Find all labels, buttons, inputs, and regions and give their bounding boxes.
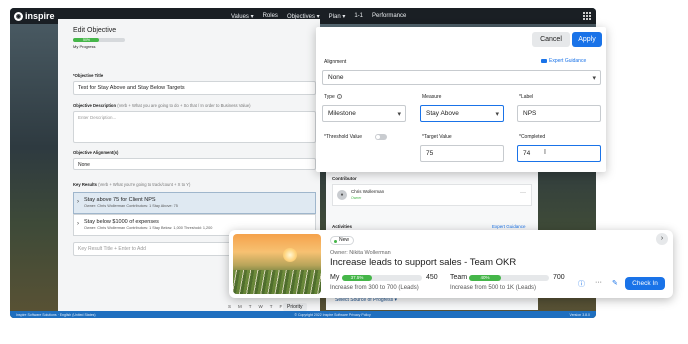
check-in-button[interactable]: Check In bbox=[625, 277, 665, 290]
logo-mark-icon: ◉ bbox=[14, 11, 23, 21]
new-badge: New bbox=[330, 236, 355, 245]
my-progress-fill: 37.5% bbox=[342, 275, 372, 281]
description-hint: (Verb + What you are going to do + So th… bbox=[117, 103, 251, 108]
my-progress-label: My bbox=[330, 274, 340, 281]
activities-expert-guidance-link[interactable]: Expert Guidance bbox=[492, 224, 526, 229]
objective-alignment-select[interactable]: None bbox=[73, 158, 316, 170]
book-icon bbox=[541, 59, 547, 63]
team-progress-value: 700 bbox=[553, 274, 565, 281]
key-result-meta: Owner: Chris Wollerman Contributors: 1 S… bbox=[84, 204, 178, 208]
team-progress-track: 40% bbox=[469, 275, 549, 281]
key-results-hint: (Verb + What you're going to track/count… bbox=[98, 182, 191, 187]
footer-center: © Copyright 2022 Inspire Software Privac… bbox=[294, 312, 371, 317]
brand-name: inspire bbox=[25, 11, 55, 21]
day-friday[interactable]: F bbox=[280, 304, 283, 309]
key-result-title: Stay below $1000 of expenses bbox=[84, 219, 159, 225]
completed-input[interactable]: 74 bbox=[517, 145, 601, 162]
expert-guidance-link[interactable]: Expert Guidance bbox=[541, 58, 586, 64]
activities-heading: Activities bbox=[332, 224, 353, 229]
contributor-name: Chris Wollerman bbox=[351, 189, 385, 194]
edit-pencil-icon[interactable]: ✎ bbox=[612, 279, 618, 287]
key-results-label-text: Key Results bbox=[73, 182, 97, 187]
okr-title: Increase leads to support sales - Team O… bbox=[330, 257, 517, 268]
day-tuesday[interactable]: T bbox=[249, 304, 252, 309]
apps-grid-icon[interactable] bbox=[583, 12, 591, 20]
completed-value: 74 bbox=[523, 150, 531, 157]
info-icon[interactable]: ⓘ bbox=[578, 279, 585, 289]
my-progress-value: 450 bbox=[426, 274, 438, 281]
contributor-card[interactable]: ● Chris Wollerman Owner ··· bbox=[332, 184, 532, 206]
brand-logo[interactable]: ◉ inspire bbox=[14, 11, 55, 21]
objective-title-input[interactable]: Test for Stay Above and Stay Below Targe… bbox=[73, 81, 316, 95]
measure-select[interactable]: Stay Above bbox=[420, 105, 504, 122]
alignment-label: Alignment bbox=[324, 59, 347, 65]
apply-button[interactable]: Apply bbox=[572, 32, 602, 47]
target-value-input[interactable]: 75 bbox=[420, 145, 504, 162]
footer-left: Inspire Software Solutions · English (Un… bbox=[16, 312, 96, 317]
objective-title-label: *Objective Title bbox=[73, 73, 104, 78]
my-progress-track: 37.5% bbox=[342, 275, 422, 281]
chevron-right-icon[interactable]: › bbox=[77, 199, 79, 205]
type-select[interactable]: Milestone bbox=[322, 105, 406, 122]
target-value: 75 bbox=[426, 150, 434, 157]
my-progress-pct: 50% bbox=[83, 37, 91, 42]
objective-description-label: Objective Description (Verb + What you a… bbox=[73, 103, 251, 108]
okr-owner: Owner: Nikita Wollerman bbox=[330, 250, 391, 256]
priority-button[interactable]: Priority bbox=[283, 303, 307, 311]
nav-plan[interactable]: Plan ▾ bbox=[329, 13, 346, 20]
type-select-value: Milestone bbox=[328, 110, 356, 117]
footer-bar: Inspire Software Solutions · English (Un… bbox=[10, 311, 596, 318]
team-progress-label: Team bbox=[450, 274, 468, 281]
threshold-value-label: *Threshold Value bbox=[324, 134, 362, 140]
okr-cover-image bbox=[233, 234, 321, 294]
nav-one-on-one[interactable]: 1-1 bbox=[354, 13, 363, 20]
my-progress-bar: 50% bbox=[73, 38, 125, 42]
flower-field-shape bbox=[233, 270, 321, 294]
measure-label: Measure bbox=[422, 94, 442, 100]
type-label: Type i bbox=[324, 94, 342, 100]
key-result-meta: Owner: Chris Wollerman Contributors: 1 S… bbox=[84, 226, 213, 230]
okr-card[interactable]: New › Owner: Nikita Wollerman Increase l… bbox=[229, 230, 673, 298]
contributor-heading: Contributor bbox=[332, 176, 357, 181]
day-monday[interactable]: M bbox=[238, 304, 242, 309]
team-progress-subtitle: Increase from 500 to 1K (Leads) bbox=[450, 285, 537, 291]
completed-label: *Completed bbox=[519, 134, 546, 140]
day-thursday[interactable]: T bbox=[270, 304, 273, 309]
my-progress-caption: My Progress bbox=[73, 44, 96, 49]
objective-alignment-label: Objective Alignment(s) bbox=[73, 150, 119, 155]
target-value-label: *Target Value bbox=[422, 134, 452, 140]
footer-version: Version 3.8.0 bbox=[569, 312, 590, 317]
info-icon[interactable]: i bbox=[336, 94, 342, 100]
key-result-row[interactable]: › Stay above 75 for Client NPS Owner: Ch… bbox=[73, 192, 316, 214]
text-cursor-icon: I bbox=[544, 149, 546, 156]
key-results-label: Key Results (Verb + What you're going to… bbox=[73, 182, 190, 187]
more-options-icon[interactable]: ··· bbox=[520, 190, 526, 196]
chevron-right-icon[interactable]: › bbox=[77, 221, 79, 227]
nav-performance[interactable]: Performance bbox=[372, 13, 406, 20]
description-label-text: Objective Description bbox=[73, 103, 117, 108]
label-input-value: NPS bbox=[523, 110, 537, 117]
day-sunday[interactable]: S bbox=[228, 304, 231, 309]
key-result-settings-popover: Cancel Apply Alignment Expert Guidance N… bbox=[316, 27, 606, 172]
label-field-label: *Label bbox=[519, 94, 534, 100]
avatar: ● bbox=[337, 190, 347, 200]
label-input[interactable]: NPS bbox=[517, 105, 601, 122]
contributor-role: Owner bbox=[351, 196, 362, 200]
cancel-button[interactable]: Cancel bbox=[532, 32, 570, 47]
my-progress-subtitle: Increase from 300 to 700 (Leads) bbox=[330, 285, 419, 291]
expert-guidance-text: Expert Guidance bbox=[549, 58, 587, 64]
key-result-title: Stay above 75 for Client NPS bbox=[84, 197, 156, 203]
measure-select-value: Stay Above bbox=[426, 110, 459, 117]
threshold-toggle[interactable] bbox=[375, 134, 387, 140]
panel-title: Edit Objective bbox=[73, 27, 117, 34]
team-progress-fill: 40% bbox=[469, 275, 501, 281]
type-label-text: Type bbox=[324, 94, 335, 100]
sun-shape bbox=[283, 248, 297, 262]
objective-description-input[interactable]: Enter Description... bbox=[73, 111, 316, 143]
day-wednesday[interactable]: W bbox=[259, 304, 263, 309]
alignment-select-value: None bbox=[328, 74, 344, 81]
alignment-select[interactable]: None bbox=[322, 70, 601, 85]
more-options-icon[interactable]: ··· bbox=[595, 279, 602, 286]
chevron-right-icon[interactable]: › bbox=[656, 233, 668, 245]
